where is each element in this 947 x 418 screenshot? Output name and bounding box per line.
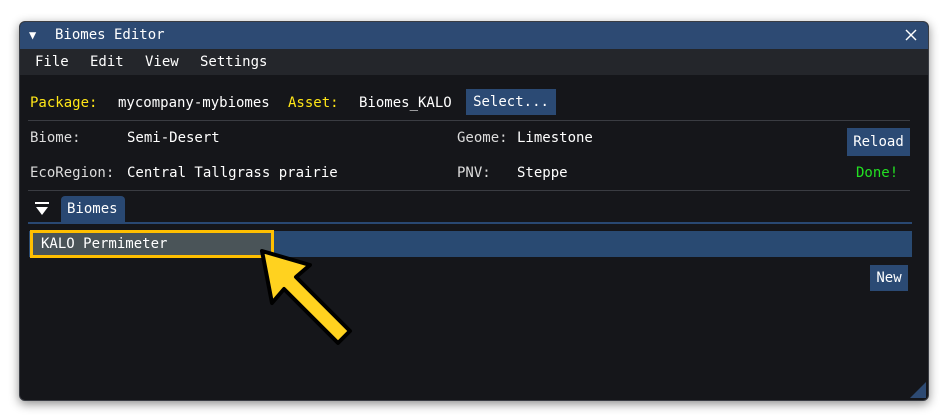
menu-view[interactable]: View — [145, 53, 179, 71]
separator — [28, 120, 910, 121]
package-value: mycompany-mybiomes — [118, 95, 270, 111]
asset-value: Biomes_KALO — [359, 95, 452, 111]
biome-label: Biome: — [30, 130, 81, 146]
status-text: Done! — [856, 165, 899, 181]
menu-file[interactable]: File — [35, 53, 69, 71]
package-label: Package: — [30, 95, 98, 111]
tab-biomes[interactable]: Biomes — [61, 196, 125, 222]
ecoregion-value: Central Tallgrass prairie — [127, 165, 338, 181]
new-button[interactable]: New — [870, 265, 908, 291]
biomes-editor-window: ▼ Biomes Editor File Edit View Settings … — [19, 21, 929, 401]
biome-value: Semi-Desert — [127, 130, 220, 146]
menu-settings[interactable]: Settings — [200, 53, 267, 71]
callout-arrow-icon — [260, 249, 352, 345]
asset-label: Asset: — [288, 95, 339, 111]
select-button[interactable]: Select... — [466, 89, 556, 115]
reload-button[interactable]: Reload — [847, 128, 910, 156]
pnv-label: PNV: — [457, 165, 491, 181]
resize-grip-icon[interactable] — [910, 382, 926, 398]
pnv-value: Steppe — [517, 165, 568, 181]
geome-label: Geome: — [457, 130, 508, 146]
window-title: Biomes Editor — [55, 27, 165, 43]
triangle-down-icon[interactable]: ▼ — [29, 26, 36, 44]
collapse-arrow-icon[interactable] — [32, 199, 52, 219]
close-icon[interactable] — [902, 26, 920, 44]
tab-underline — [28, 222, 912, 224]
menu-edit[interactable]: Edit — [90, 53, 124, 71]
geome-value: Limestone — [517, 130, 593, 146]
menu-bar: File Edit View Settings — [20, 49, 928, 75]
ecoregion-label: EcoRegion: — [30, 165, 115, 181]
title-bar[interactable]: ▼ Biomes Editor — [20, 22, 928, 49]
separator — [28, 190, 910, 191]
list-item[interactable]: KALO Permimeter — [30, 230, 274, 258]
